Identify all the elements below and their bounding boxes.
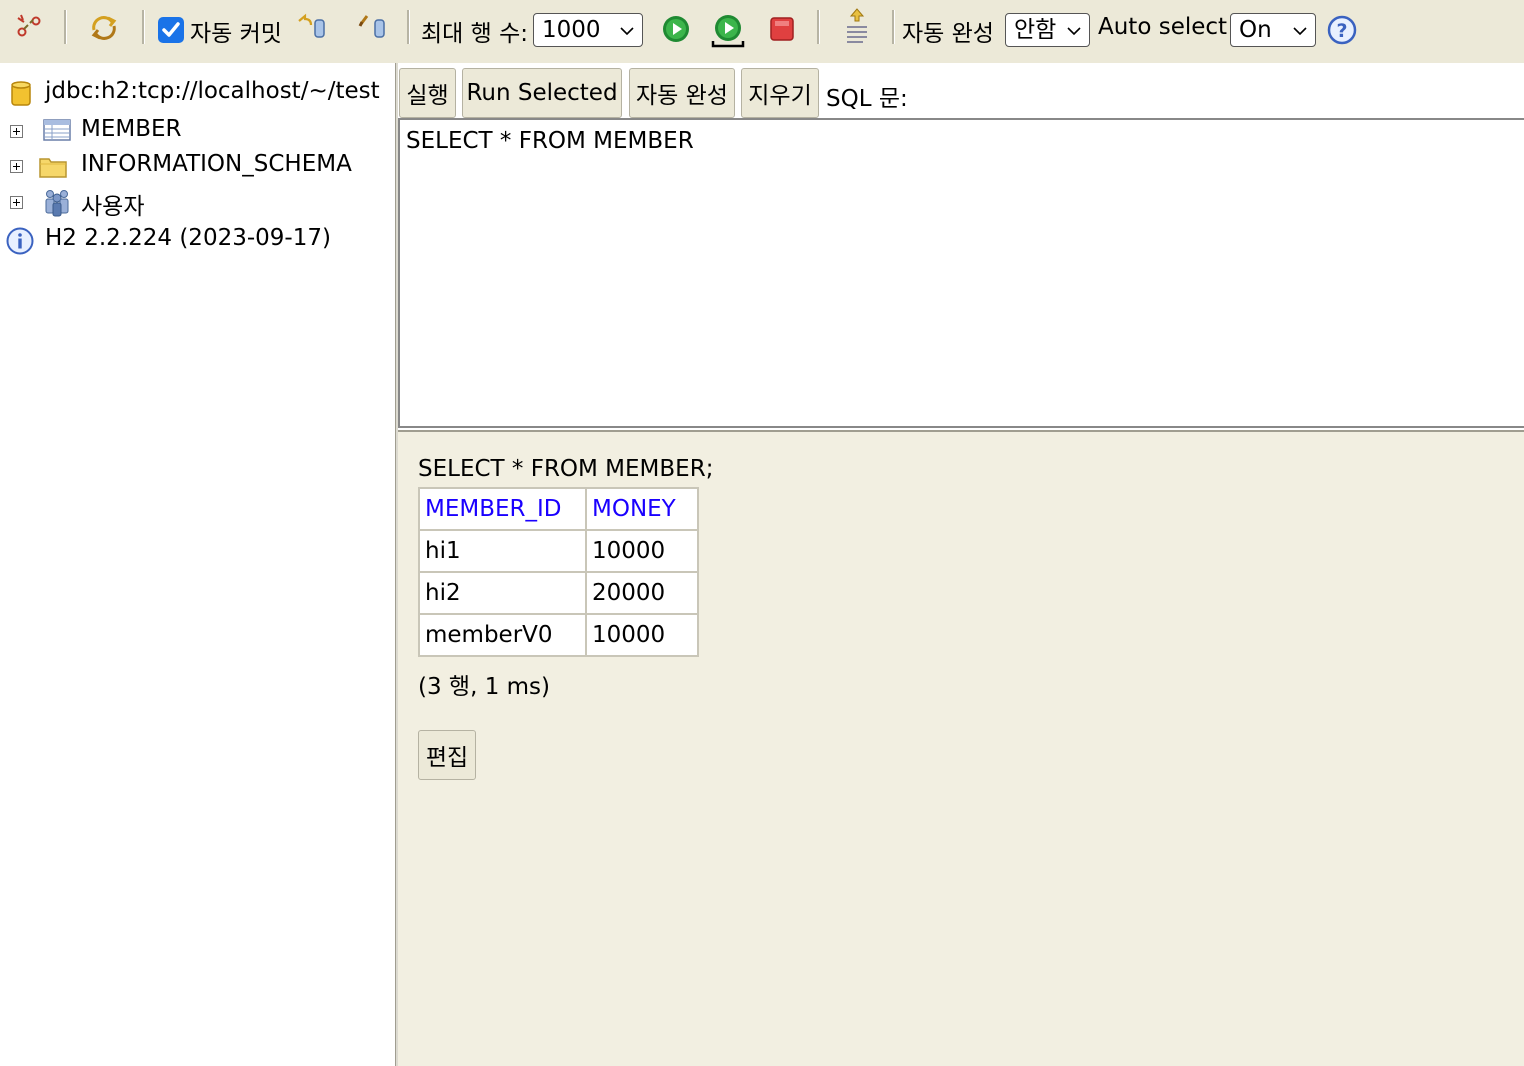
max-rows-label: 최대 행 수:	[421, 21, 529, 47]
connection-url: jdbc:h2:tcp://localhost/~/test	[45, 78, 380, 104]
chevron-down-icon	[1067, 27, 1081, 36]
table-cell: 10000	[585, 613, 699, 657]
max-rows-select[interactable]: 1000	[533, 13, 643, 47]
toolbar-separator	[407, 10, 410, 44]
tree-item-label: 사용자	[81, 194, 145, 220]
table-row: memberV0 10000	[418, 613, 699, 657]
autoselect-select[interactable]: On	[1230, 13, 1316, 47]
expand-icon[interactable]	[10, 125, 23, 138]
sql-editor-text: SELECT * FROM MEMBER	[406, 128, 694, 154]
table-cell: hi1	[418, 529, 587, 573]
table-cell: memberV0	[418, 613, 587, 657]
disconnect-icon[interactable]	[12, 10, 46, 44]
result-panel: SELECT * FROM MEMBER; MEMBER_ID MONEY hi…	[398, 430, 1524, 1066]
run-icon[interactable]	[660, 13, 692, 45]
table-row: hi2 20000	[418, 571, 699, 615]
autocomplete-button[interactable]: 자동 완성	[629, 68, 735, 118]
expand-icon[interactable]	[10, 196, 23, 209]
clear-button[interactable]: 지우기	[741, 68, 819, 118]
rollback-icon[interactable]	[294, 10, 330, 44]
sql-editor[interactable]: SELECT * FROM MEMBER	[398, 118, 1524, 428]
autocommit-checkbox[interactable]	[158, 17, 184, 43]
svg-text:?: ?	[1336, 20, 1347, 42]
object-tree: jdbc:h2:tcp://localhost/~/test MEMBER IN…	[0, 63, 395, 1066]
autocomplete-label: 자동 완성	[902, 21, 994, 47]
refresh-icon[interactable]	[86, 10, 122, 46]
autocomplete-value: 안함	[1014, 17, 1057, 43]
version-label: H2 2.2.224 (2023-09-17)	[45, 225, 331, 251]
toolbar-separator	[64, 10, 67, 44]
run-button[interactable]: 실행	[399, 68, 456, 118]
run-selected-icon[interactable]	[708, 10, 748, 50]
column-header-money[interactable]: MONEY	[585, 487, 699, 531]
tree-item-label: INFORMATION_SCHEMA	[81, 151, 352, 177]
run-selected-button[interactable]: Run Selected	[462, 68, 622, 118]
folder-icon	[38, 153, 68, 185]
table-cell: 10000	[585, 529, 699, 573]
max-rows-value: 1000	[542, 17, 601, 43]
table-cell: 20000	[585, 571, 699, 615]
history-icon[interactable]	[840, 6, 874, 48]
toolbar-separator	[892, 10, 895, 44]
autocommit-label[interactable]: 자동 커밋	[190, 14, 282, 48]
result-table: MEMBER_ID MONEY hi1 10000 hi2 20000 memb…	[418, 487, 699, 657]
info-icon	[6, 227, 34, 261]
column-header-member-id[interactable]: MEMBER_ID	[418, 487, 587, 531]
row-count: (3 행, 1 ms)	[418, 674, 551, 700]
table-header-row: MEMBER_ID MONEY	[418, 487, 699, 531]
table-icon	[43, 118, 71, 148]
table-cell: hi2	[418, 571, 587, 615]
tree-item-label: MEMBER	[81, 116, 182, 142]
edit-button[interactable]: 편집	[418, 730, 476, 780]
users-icon	[42, 187, 72, 223]
autoselect-label: Auto select	[1098, 14, 1228, 40]
table-row: hi1 10000	[418, 529, 699, 573]
toolbar: 자동 커밋 최대 행 수: 1000 자동 완성 안함 Auto select …	[0, 0, 1524, 63]
expand-icon[interactable]	[10, 160, 23, 173]
autocomplete-select[interactable]: 안함	[1005, 13, 1090, 47]
database-icon	[10, 80, 32, 114]
chevron-down-icon	[1293, 27, 1307, 36]
toolbar-separator	[817, 10, 820, 44]
help-icon[interactable]: ?	[1326, 14, 1358, 46]
toolbar-separator	[142, 10, 145, 44]
commit-icon[interactable]	[354, 10, 390, 44]
result-query: SELECT * FROM MEMBER;	[418, 456, 714, 482]
autoselect-value: On	[1239, 17, 1272, 43]
stop-icon[interactable]	[766, 13, 798, 45]
sql-statement-label: SQL 문:	[826, 86, 908, 112]
chevron-down-icon	[620, 27, 634, 36]
